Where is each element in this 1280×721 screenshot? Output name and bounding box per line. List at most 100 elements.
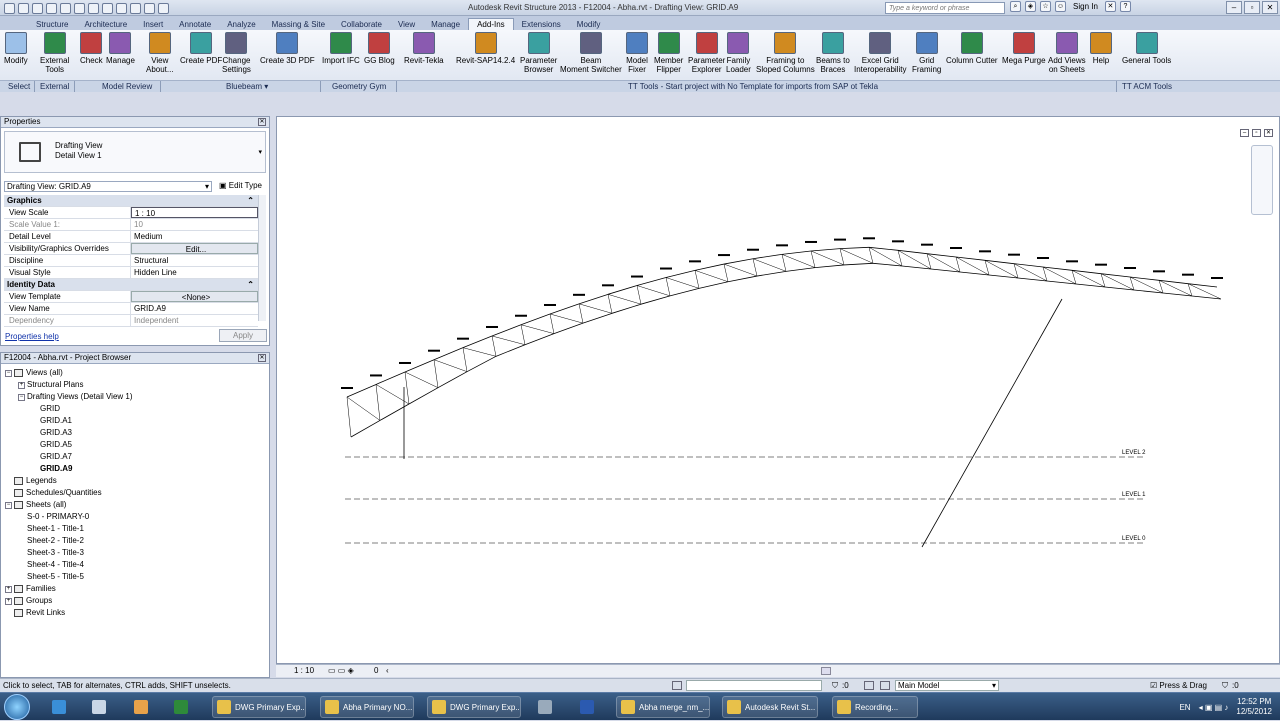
taskbar-item[interactable]: Abha merge_nm_... [616,696,710,718]
language-indicator[interactable]: EN [1179,703,1190,712]
tree-item[interactable]: Sheet-3 - Title-3 [5,547,133,559]
ribbon-button-create-3d-pdf[interactable]: Create 3D PDF [260,32,315,65]
help-icon[interactable]: ? [1119,1,1131,12]
ribbon-button-view-about-[interactable]: View About... [146,32,174,74]
ribbon-button-external-tools[interactable]: External Tools [40,32,69,74]
minimize-button[interactable]: – [1226,1,1242,14]
clock[interactable]: 12:52 PM 12/5/2012 [1236,697,1272,717]
tree-item[interactable]: Sheet-2 - Title-2 [5,535,133,547]
tab-extensions[interactable]: Extensions [514,19,569,30]
start-button[interactable] [4,694,30,720]
tab-view[interactable]: View [390,19,423,30]
property-row[interactable]: View Scale 1 : 10 [4,207,258,219]
tree-item[interactable]: GRID.A7 [5,451,133,463]
collapse-icon[interactable]: ⌃ [247,279,254,290]
panel-label[interactable]: External [40,82,69,91]
ribbon-button-column-cutter[interactable]: Column Cutter [946,32,998,65]
undo-icon[interactable] [46,2,57,14]
tree-item[interactable]: GRID.A9 [5,463,133,475]
ribbon-button-parameter-browser[interactable]: Parameter Browser [520,32,557,74]
taskbar-item[interactable]: DWG Primary Exp... [427,696,521,718]
ribbon-button-grid-framing[interactable]: Grid Framing [912,32,941,74]
ribbon-button-add-views-on-sheets[interactable]: Add Views on Sheets [1048,32,1086,74]
filter-icon[interactable]: ⛉ [832,679,838,692]
tab-analyze[interactable]: Analyze [219,19,263,30]
tray-icons[interactable]: ◂ ▣ ▤ ♪ [1199,703,1229,712]
section-icon[interactable] [116,2,127,14]
workset-icon[interactable] [672,681,682,690]
thin-lines-icon[interactable] [130,2,141,14]
ribbon-button-excel-grid-interoperability[interactable]: Excel Grid Interoperability [854,32,906,74]
properties-help-link[interactable]: Properties help [5,332,59,341]
word-icon[interactable] [572,696,602,718]
tab-add-ins[interactable]: Add-Ins [468,18,514,30]
ribbon-button-gg-blog[interactable]: GG Blog [364,32,395,65]
save-icon[interactable] [32,2,43,14]
ribbon-button-modify[interactable]: Modify [4,32,28,65]
ribbon-button-manage[interactable]: Manage [106,32,135,65]
tag-icon[interactable] [88,2,99,14]
view-scale[interactable]: 1 : 10 [294,665,314,677]
ribbon-button-revit-sap14-2-4[interactable]: Revit-SAP14.2.4 [456,32,515,65]
tree-item[interactable]: Sheet-5 - Title-5 [5,571,133,583]
tree-item[interactable]: GRID.A3 [5,427,133,439]
ribbon-button-family-loader[interactable]: Family Loader [726,32,751,74]
tab-modify[interactable]: Modify [569,19,609,30]
user-icon[interactable]: ☺ [1055,1,1066,12]
property-row[interactable]: View Name GRID.A9 [4,303,258,315]
tree-item[interactable]: Schedules/Quantities [5,487,133,499]
tree-item[interactable]: S-0 - PRIMARY-0 [5,511,133,523]
tree-item[interactable]: GRID [5,403,133,415]
taskbar-item[interactable]: Recording... [832,696,918,718]
scroll-left-icon[interactable]: ‹ [386,665,389,677]
property-row[interactable]: Scale Value 1: 10 [4,219,258,231]
tab-massing-site[interactable]: Massing & Site [264,19,333,30]
tree-item[interactable]: + Structural Plans [5,379,133,391]
tree-item[interactable]: − Sheets (all) [5,499,133,511]
property-row[interactable]: Visibility/Graphics Overrides Edit... [4,243,258,255]
explorer-icon[interactable] [84,696,114,718]
collapse-icon[interactable]: − [5,501,12,509]
instance-selector[interactable]: Drafting View: GRID.A9 ▾ [4,181,212,192]
tree-item[interactable]: Legends [5,475,133,487]
ribbon-button-beams-to-braces[interactable]: Beams to Braces [816,32,850,74]
subscription-icon[interactable]: ◈ [1025,1,1036,12]
ribbon-button-member-flipper[interactable]: Member Flipper [654,32,683,74]
property-row[interactable]: Visual Style Hidden Line [4,267,258,279]
close-button[interactable]: ✕ [1262,1,1278,14]
tree-item[interactable]: GRID.A5 [5,439,133,451]
restore-button[interactable]: ▫ [1244,1,1260,14]
exchange-icon[interactable]: ✕ [1104,1,1116,12]
close-icon[interactable]: ✕ [258,354,266,362]
tree-item[interactable]: − Views (all) [5,367,133,379]
redo-icon[interactable] [60,2,71,14]
ribbon-button-import-ifc[interactable]: Import IFC [322,32,360,65]
expand-icon[interactable]: + [18,381,25,389]
tab-collaborate[interactable]: Collaborate [333,19,390,30]
chevron-down-icon[interactable]: ▾ [258,148,262,156]
property-row[interactable]: Dependency Independent [4,315,258,327]
edit-type-button[interactable]: ▣ Edit Type [219,181,262,190]
tab-insert[interactable]: Insert [135,19,171,30]
design-option-dropdown[interactable]: Main Model ▾ [895,680,999,691]
tab-structure[interactable]: Structure [28,19,76,30]
tab-manage[interactable]: Manage [423,19,468,30]
property-row[interactable]: Discipline Structural [4,255,258,267]
panel-label[interactable]: Geometry Gym [332,82,386,91]
drawing-canvas[interactable]: – ▫ ✕ LEVEL 2 LEVEL 1 LEVEL 0 [276,116,1280,664]
ribbon-button-parameter-explorer[interactable]: Parameter Explorer [688,32,725,74]
taskbar-item[interactable]: Autodesk Revit St... [722,696,818,718]
property-category[interactable]: Identity Data ⌃ [4,279,258,291]
excel-icon[interactable] [166,696,196,718]
filter-icon[interactable]: ⛉ [1222,679,1228,692]
tree-item[interactable]: − Drafting Views (Detail View 1) [5,391,133,403]
panel-label[interactable]: Bluebeam ▾ [226,82,268,91]
properties-scrollbar[interactable] [258,195,266,321]
type-selector[interactable]: Drafting View Detail View 1 ▾ [4,131,266,173]
tree-item[interactable]: Revit Links [5,607,133,619]
tree-item[interactable]: Sheet-4 - Title-4 [5,559,133,571]
open-icon[interactable] [18,2,29,14]
close-icon[interactable]: ✕ [258,118,266,126]
tree-item[interactable]: + Families [5,583,133,595]
panel-label[interactable]: Model Review [102,82,152,91]
